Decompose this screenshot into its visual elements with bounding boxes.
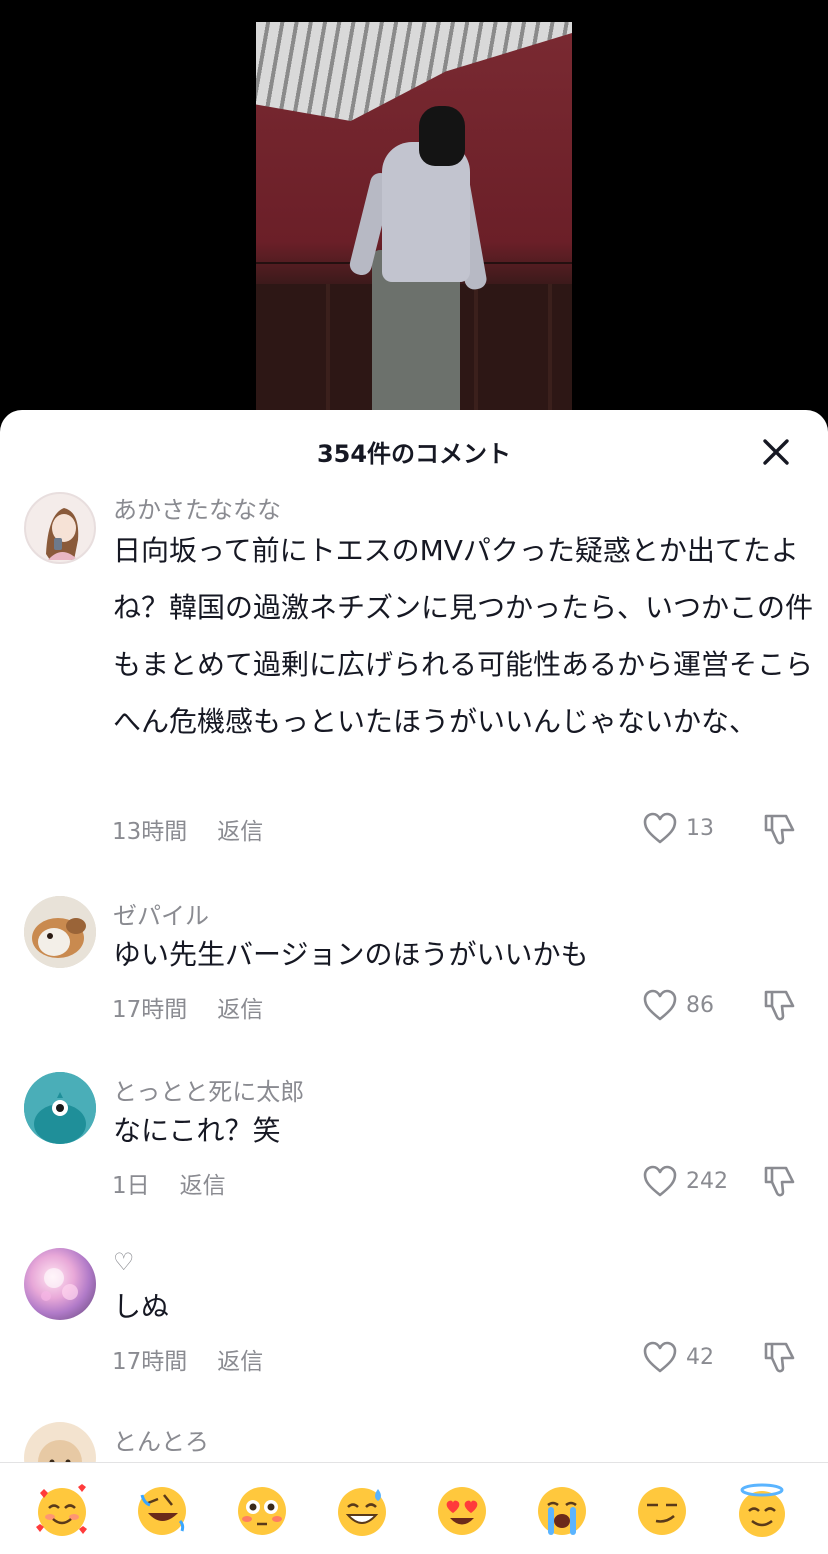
comment-meta: 1日 返信 xyxy=(112,1166,226,1200)
reply-button[interactable]: 返信 xyxy=(180,1173,226,1199)
rolling-on-floor-laughing-icon[interactable] xyxy=(134,1483,190,1539)
loudly-crying-face-icon[interactable] xyxy=(534,1483,590,1539)
dislike-button[interactable] xyxy=(760,810,798,848)
dislike-icon xyxy=(764,1166,795,1197)
avatar[interactable] xyxy=(24,1248,96,1320)
grinning-face-with-sweat-icon[interactable] xyxy=(334,1483,390,1539)
comment-meta: 13時間 返信 xyxy=(112,812,263,846)
like-count: 42 xyxy=(686,1344,714,1370)
heart-icon xyxy=(643,989,677,1021)
comment-meta: 17時間 返信 xyxy=(112,1342,263,1376)
comments-sheet: 354件のコメント あかさたななな 日向坂って前にトエスのMVパクった疑惑とか出… xyxy=(0,410,828,1553)
video-frame[interactable] xyxy=(256,22,572,422)
comment-text: 日向坂って前にトエスのMVパクった疑惑とか出てたよね？韓国の過激ネチズンに見つか… xyxy=(113,534,814,738)
like-count: 13 xyxy=(686,815,714,841)
close-button[interactable] xyxy=(756,432,796,472)
dislike-icon xyxy=(764,814,795,845)
comment-time: 13時間 xyxy=(112,819,188,845)
comment-time: 1日 xyxy=(112,1173,150,1199)
video-ceiling xyxy=(256,22,572,121)
smiling-face-with-halo-icon[interactable] xyxy=(734,1483,790,1539)
smirking-face-icon[interactable] xyxy=(634,1483,690,1539)
emoji-bar xyxy=(0,1462,828,1554)
like-button[interactable]: 13 xyxy=(642,811,714,845)
smiling-face-with-hearts-icon[interactable] xyxy=(34,1483,90,1539)
flushed-face-icon[interactable] xyxy=(234,1483,290,1539)
comment-count-title: 354件のコメント xyxy=(316,440,512,468)
like-button[interactable]: 42 xyxy=(642,1340,714,1374)
dislike-button[interactable] xyxy=(760,986,798,1024)
heart-icon xyxy=(643,1341,677,1373)
dislike-icon xyxy=(764,990,795,1021)
reply-button[interactable]: 返信 xyxy=(217,819,263,845)
heart-eyes-icon[interactable] xyxy=(434,1483,490,1539)
comment-text: ゆい先生バージョンのほうがいいかも xyxy=(113,938,589,971)
dislike-button[interactable] xyxy=(760,1338,798,1376)
reply-button[interactable]: 返信 xyxy=(217,997,263,1023)
comment-text: なにこれ？笑 xyxy=(113,1114,281,1147)
avatar[interactable] xyxy=(24,1072,96,1144)
video-person-head xyxy=(419,106,465,166)
comment-time: 17時間 xyxy=(112,997,188,1023)
reply-button[interactable]: 返信 xyxy=(217,1349,263,1375)
heart-icon xyxy=(643,1165,677,1197)
avatar[interactable] xyxy=(24,896,96,968)
comment-username[interactable]: ♡ xyxy=(113,1248,135,1276)
like-button[interactable]: 242 xyxy=(642,1164,728,1198)
avatar[interactable] xyxy=(24,492,96,564)
comment-time: 17時間 xyxy=(112,1349,188,1375)
dislike-icon xyxy=(764,1342,795,1373)
like-button[interactable]: 86 xyxy=(642,988,714,1022)
comment-meta: 17時間 返信 xyxy=(112,990,263,1024)
comment-username[interactable]: あかさたななな xyxy=(113,490,281,525)
comment-text: しぬ xyxy=(113,1290,170,1323)
like-count: 242 xyxy=(686,1168,728,1194)
heart-icon xyxy=(643,812,677,844)
like-count: 86 xyxy=(686,992,714,1018)
dislike-button[interactable] xyxy=(760,1162,798,1200)
comment-username[interactable]: とんとろ xyxy=(113,1422,209,1457)
close-icon xyxy=(763,439,789,465)
video-player[interactable] xyxy=(0,0,828,430)
